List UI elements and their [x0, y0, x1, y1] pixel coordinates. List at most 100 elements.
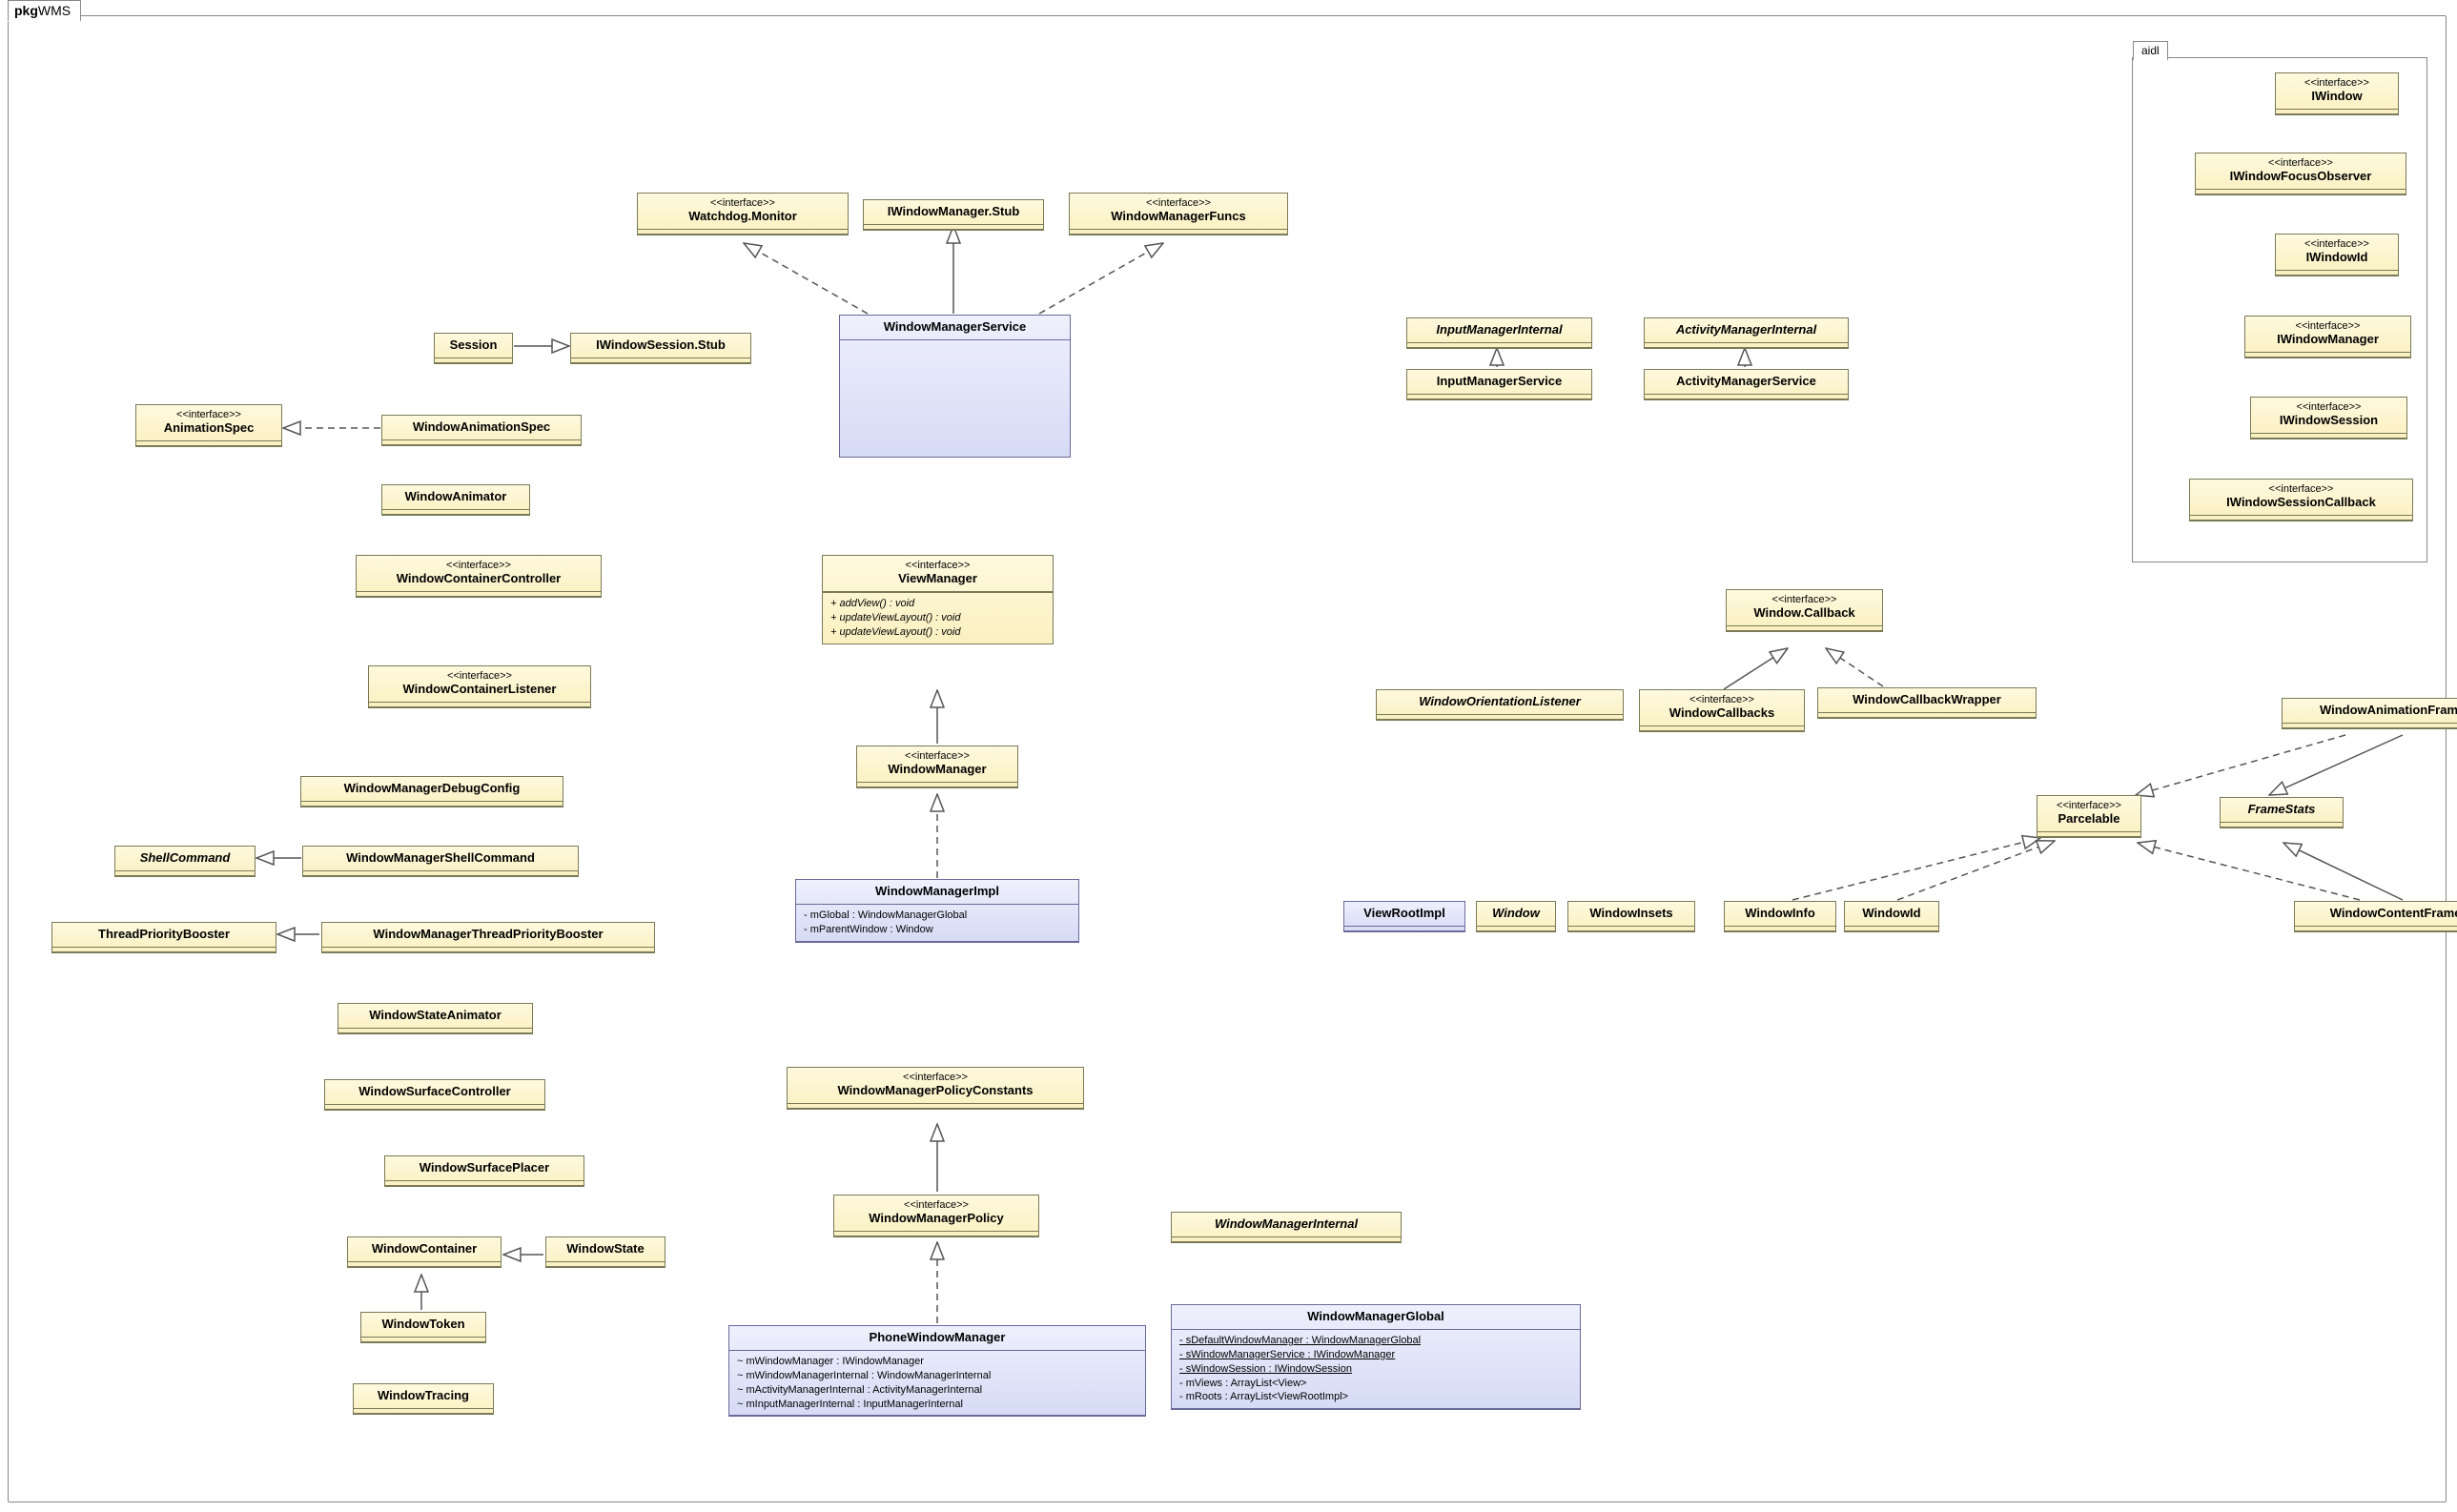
class-windowstate: WindowState — [545, 1236, 665, 1268]
package-tab: pkgWMS — [8, 0, 81, 22]
class-name: FrameStats — [2228, 802, 2335, 816]
class-name: WindowAnimationFrameStats — [2290, 703, 2457, 717]
class-iwindowfocusobserver: <<interface>>IWindowFocusObserver — [2195, 153, 2406, 195]
op: + updateViewLayout() : void — [830, 625, 1045, 640]
class-name: Watchdog.Monitor — [645, 209, 840, 223]
class-windowmanagerglobal: WindowManagerGlobal - sDefaultWindowMana… — [1171, 1304, 1581, 1410]
stereotype: <<interface>> — [2198, 483, 2405, 495]
class-windowanimationspec: WindowAnimationSpec — [381, 415, 582, 446]
class-name: AnimationSpec — [144, 420, 274, 435]
class-name: IWindowSession — [2259, 413, 2399, 427]
class-name: IWindowSession.Stub — [579, 337, 743, 352]
stereotype: <<interface>> — [645, 197, 840, 209]
class-iwindowsession: <<interface>>IWindowSession — [2250, 397, 2407, 439]
class-name: ActivityManagerInternal — [1652, 322, 1840, 337]
attr: - mRoots : ArrayList<ViewRootImpl> — [1179, 1390, 1572, 1404]
attr: ~ mWindowManagerInternal : WindowManager… — [737, 1369, 1137, 1383]
attrs-compartment: - mGlobal : WindowManagerGlobal - mParen… — [796, 904, 1078, 941]
package-tab-name: WMS — [38, 3, 71, 18]
class-name: WindowManagerThreadPriorityBooster — [330, 927, 646, 941]
class-windowtoken: WindowToken — [360, 1312, 486, 1343]
class-name: PhoneWindowManager — [737, 1330, 1137, 1344]
class-name: Parcelable — [2045, 811, 2133, 826]
class-shellcommand: ShellCommand — [114, 846, 256, 877]
class-name: IWindow — [2283, 89, 2390, 103]
class-windowmanager: <<interface>>WindowManager — [856, 746, 1018, 788]
class-windoworientationlistener: WindowOrientationListener — [1376, 689, 1624, 721]
class-name: WindowCallbacks — [1648, 705, 1796, 720]
stereotype: <<interface>> — [2045, 800, 2133, 811]
class-name: WindowOrientationListener — [1384, 694, 1615, 708]
stereotype: <<interface>> — [144, 409, 274, 420]
package-tab-prefix: pkg — [14, 3, 38, 18]
class-name: WindowManagerFuncs — [1077, 209, 1280, 223]
class-windowtracing: WindowTracing — [353, 1383, 494, 1415]
class-name: WindowToken — [369, 1317, 478, 1331]
class-name: ViewRootImpl — [1352, 906, 1457, 920]
class-windowmanagerinternal: WindowManagerInternal — [1171, 1212, 1402, 1243]
class-inputmanagerinternal: InputManagerInternal — [1406, 317, 1592, 349]
class-wmpconstants: <<interface>>WindowManagerPolicyConstant… — [787, 1067, 1084, 1110]
class-iwindowmanager-stub: IWindowManager.Stub — [863, 199, 1044, 231]
class-window: Window — [1476, 901, 1556, 932]
class-iwindowid: <<interface>>IWindowId — [2275, 234, 2399, 276]
class-name: WindowTracing — [361, 1388, 485, 1402]
class-name: WindowManagerPolicyConstants — [795, 1083, 1075, 1097]
class-windowcontainercontroller: <<interface>>WindowContainerController — [356, 555, 602, 598]
class-windowsurfaceplacer: WindowSurfacePlacer — [384, 1155, 584, 1187]
class-inputmanagerservice: InputManagerService — [1406, 369, 1592, 400]
class-name: Window — [1484, 906, 1547, 920]
op: + updateViewLayout() : void — [830, 611, 1045, 625]
class-name: IWindowManager.Stub — [871, 204, 1035, 218]
attr: - sDefaultWindowManager : WindowManagerG… — [1179, 1334, 1572, 1348]
class-name: WindowCallbackWrapper — [1826, 692, 2028, 706]
stereotype: <<interface>> — [2283, 238, 2390, 250]
attr: - sWindowSession : IWindowSession — [1179, 1362, 1572, 1377]
class-viewmanager: <<interface>>ViewManager + addView() : v… — [822, 555, 1054, 644]
attr: - sWindowManagerService : IWindowManager — [1179, 1348, 1572, 1362]
attr: ~ mActivityManagerInternal : ActivityMan… — [737, 1383, 1137, 1398]
class-name: WindowState — [554, 1241, 657, 1256]
class-viewrootimpl: ViewRootImpl — [1343, 901, 1465, 932]
class-phonewindowmanager: PhoneWindowManager ~ mWindowManager : IW… — [728, 1325, 1146, 1417]
class-wmtpbooster: WindowManagerThreadPriorityBooster — [321, 922, 655, 953]
class-activitymanagerservice: ActivityManagerService — [1644, 369, 1849, 400]
class-name: ViewManager — [830, 571, 1045, 585]
class-windowsurfacecontroller: WindowSurfaceController — [324, 1079, 545, 1111]
class-windowcallbacks: <<interface>>WindowCallbacks — [1639, 689, 1805, 732]
class-windowcallback: <<interface>>Window.Callback — [1726, 589, 1883, 632]
class-name: ThreadPriorityBooster — [60, 927, 268, 941]
stereotype: <<interface>> — [1648, 694, 1796, 705]
class-iwindowsessioncallback: <<interface>>IWindowSessionCallback — [2189, 479, 2413, 521]
stereotype: <<interface>> — [842, 1199, 1031, 1211]
attr: - mViews : ArrayList<View> — [1179, 1377, 1572, 1391]
class-windowcontentframestats: WindowContentFrameStats — [2294, 901, 2457, 932]
attr: ~ mInputManagerInternal : InputManagerIn… — [737, 1398, 1137, 1412]
package-aidl-label: aidl — [2133, 41, 2168, 61]
stereotype: <<interface>> — [830, 560, 1045, 571]
class-name: WindowAnimator — [390, 489, 522, 503]
class-wmdebugconfig: WindowManagerDebugConfig — [300, 776, 563, 807]
class-framestats: FrameStats — [2220, 797, 2344, 828]
class-windowstateanimator: WindowStateAnimator — [338, 1003, 533, 1034]
class-windowmanagerfuncs: <<interface>>WindowManagerFuncs — [1069, 193, 1288, 235]
class-name: WindowManagerImpl — [804, 884, 1071, 898]
class-name: WindowStateAnimator — [346, 1008, 524, 1022]
class-name: WindowContainerListener — [377, 682, 583, 696]
class-name: Window.Callback — [1734, 605, 1874, 620]
attr: - mGlobal : WindowManagerGlobal — [804, 909, 1071, 923]
class-activitymanagerinternal: ActivityManagerInternal — [1644, 317, 1849, 349]
stereotype: <<interface>> — [1734, 594, 1874, 605]
class-wmshellcommand: WindowManagerShellCommand — [302, 846, 579, 877]
class-name: WindowManagerService — [848, 319, 1062, 334]
package-frame — [8, 15, 2447, 1502]
class-session: Session — [434, 333, 513, 364]
stereotype: <<interface>> — [2259, 401, 2399, 413]
attr: ~ mWindowManager : IWindowManager — [737, 1355, 1137, 1369]
class-name: WindowManagerInternal — [1179, 1216, 1393, 1231]
class-wmpolicy: <<interface>>WindowManagerPolicy — [833, 1195, 1039, 1237]
stereotype: <<interface>> — [2203, 157, 2398, 169]
stereotype: <<interface>> — [377, 670, 583, 682]
class-name: WindowManagerDebugConfig — [309, 781, 555, 795]
class-tpbooster: ThreadPriorityBooster — [51, 922, 276, 953]
